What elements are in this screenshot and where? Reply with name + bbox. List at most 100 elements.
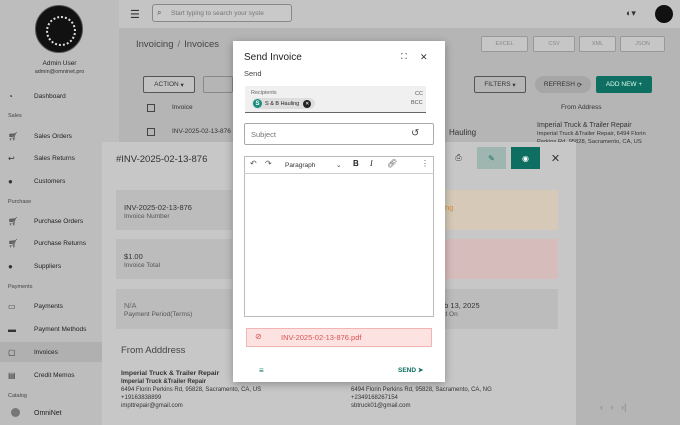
send-button[interactable]: SEND ➤	[398, 366, 423, 374]
recipient-chip-label: S & B Hauling	[265, 100, 300, 107]
export-json-button[interactable]: JSON	[620, 36, 665, 52]
recipient-chip[interactable]: S S & B Hauling ✕	[252, 98, 315, 109]
subject-input[interactable]	[251, 129, 401, 140]
invoice-number-value: INV-2025-02-13-876	[124, 203, 192, 212]
print-button[interactable]: ⎙	[444, 147, 473, 169]
sidebar-item-label: Purchase Returns	[34, 239, 87, 247]
paragraph-label: Paragraph	[285, 161, 316, 169]
view-button[interactable]: ◉	[511, 147, 540, 169]
export-excel-button[interactable]: EXCEL	[481, 36, 528, 52]
invoice-total-value: $1.00	[124, 252, 143, 261]
message-editor[interactable]	[244, 156, 434, 317]
search-input[interactable]	[171, 8, 289, 19]
list-search-input[interactable]	[203, 76, 233, 93]
row-from-line2: Imperial Truck &Trailer Repair, 6494 Flo…	[537, 131, 646, 137]
export-xml-button[interactable]: XML	[579, 36, 616, 52]
card-icon: ▬	[8, 325, 16, 334]
subject-field[interactable]	[244, 123, 434, 145]
breadcrumb-root[interactable]: Invoicing	[136, 39, 174, 50]
status-value: ng	[445, 203, 454, 212]
breadcrumb-current: Invoices	[184, 39, 219, 50]
redo-icon[interactable]: ↷	[265, 159, 272, 168]
pagination-controls[interactable]: ‹ › ›|	[600, 402, 626, 412]
sidebar-item-label: Sales Orders	[34, 132, 72, 140]
attachment-item[interactable]: INV-2025-02-13-876.pdf	[246, 328, 432, 347]
detail-title: #INV-2025-02-13-876	[116, 154, 208, 165]
cc-toggle[interactable]: CC	[415, 91, 423, 97]
row-checkbox[interactable]	[147, 128, 155, 136]
refresh-button[interactable]: REFRESH ⟳	[535, 76, 591, 93]
paragraph-style-select[interactable]: Paragraph ⌄	[282, 159, 346, 171]
theme-toggle-icon[interactable]: ◐▾	[626, 8, 636, 19]
person-icon: ●	[8, 262, 13, 271]
person-icon: ●	[8, 177, 13, 186]
from-phone: +19163838899	[121, 395, 162, 401]
cart-icon: 🛒︎	[8, 132, 19, 141]
row-invoice-number[interactable]: INV-2025-02-13-876	[172, 128, 231, 135]
column-header-invoice[interactable]: Invoice	[172, 104, 193, 111]
filters-button[interactable]: FILTERS ▾	[474, 76, 526, 93]
invoice-number-card: INV-2025-02-13-876 Invoice Number	[116, 190, 232, 230]
due-card	[430, 239, 558, 279]
to-phone: +2349168267154	[351, 395, 398, 401]
sidebar-item-dashboard[interactable]: ◔ Dashboard	[0, 86, 119, 106]
sidebar-item-label: Customers	[34, 177, 66, 185]
invoice-total-card: $1.00 Invoice Total	[116, 239, 232, 279]
column-header-from-address[interactable]: From Address	[561, 104, 601, 111]
remove-recipient-icon[interactable]: ✕	[303, 99, 312, 108]
recipient-initial-icon: S	[253, 99, 262, 108]
chevron-down-icon: ⌄	[336, 162, 342, 169]
refresh-label: REFRESH	[543, 81, 575, 88]
paperclip-icon: ⊘	[255, 332, 262, 341]
row-from-name: Imperial Truck & Trailer Repair	[537, 122, 632, 129]
link-icon[interactable]: 🔗︎	[387, 159, 397, 168]
export-csv-button[interactable]: CSV	[533, 36, 575, 52]
payment-period-value: N/A	[124, 301, 137, 310]
sidebar-item-label: Purchase Orders	[34, 217, 84, 225]
action-label: ACTION	[154, 81, 179, 88]
payment-period-label: Payment Period(Terms)	[124, 311, 193, 318]
sidebar-item-label: Sales Returns	[34, 154, 75, 162]
global-search[interactable]	[152, 4, 292, 22]
bold-icon[interactable]: B	[353, 159, 359, 168]
undo-icon[interactable]: ↶	[250, 159, 257, 168]
date-value: eb 13, 2025	[440, 301, 480, 310]
recipients-label: Recipients	[251, 90, 277, 96]
close-modal-icon[interactable]: ✕	[420, 52, 428, 63]
admin-name: Admin User	[42, 60, 77, 67]
payment-period-card: N/A Payment Period(Terms)	[116, 289, 232, 329]
add-new-button[interactable]: ADD NEW +	[596, 76, 652, 93]
section-sales: Sales	[8, 113, 22, 119]
edit-button[interactable]: ✎	[477, 147, 506, 169]
gauge-icon: ◔	[8, 92, 13, 101]
history-icon[interactable]: ↺	[411, 128, 419, 139]
close-icon: ✕	[550, 152, 561, 165]
modal-title: Send Invoice	[244, 52, 302, 63]
sidebar-item-label: Invoices	[34, 348, 58, 356]
admin-email: admin@omninet.pro	[34, 69, 85, 75]
options-icon[interactable]: ≡	[259, 366, 264, 375]
cart-return-icon: 🛒︎	[8, 239, 19, 248]
from-email: impttrepair@gmail.com	[121, 403, 183, 409]
from-address-heading: From Adddress	[121, 345, 186, 356]
select-all-checkbox[interactable]	[147, 104, 155, 112]
more-options-icon[interactable]: ⋮	[421, 159, 429, 168]
date-card: eb 13, 2025 ed On	[430, 289, 558, 329]
sidebar-item-label: Suppliers	[34, 262, 62, 270]
status-card: ng	[430, 190, 558, 230]
bcc-toggle[interactable]: BCC	[411, 100, 423, 106]
wallet-icon: ▭	[8, 302, 16, 311]
print-icon: ⎙	[455, 153, 462, 162]
section-payments: Payments	[8, 284, 33, 290]
fullscreen-icon[interactable]: ⛶	[401, 52, 407, 62]
hamburger-menu-icon[interactable]: ☰	[130, 8, 140, 21]
sidebar-item-label: Credit Memos	[34, 371, 75, 379]
italic-icon[interactable]: I	[370, 159, 373, 168]
action-button[interactable]: ACTION ▾	[143, 76, 195, 93]
section-catalog: Catalog	[8, 393, 27, 399]
add-new-label: ADD NEW	[605, 81, 637, 88]
invoice-number-label: Invoice Number	[124, 213, 170, 220]
user-avatar[interactable]	[655, 5, 673, 23]
invoice-icon: ▢	[8, 348, 16, 357]
close-detail-button[interactable]: ✕	[541, 147, 570, 169]
